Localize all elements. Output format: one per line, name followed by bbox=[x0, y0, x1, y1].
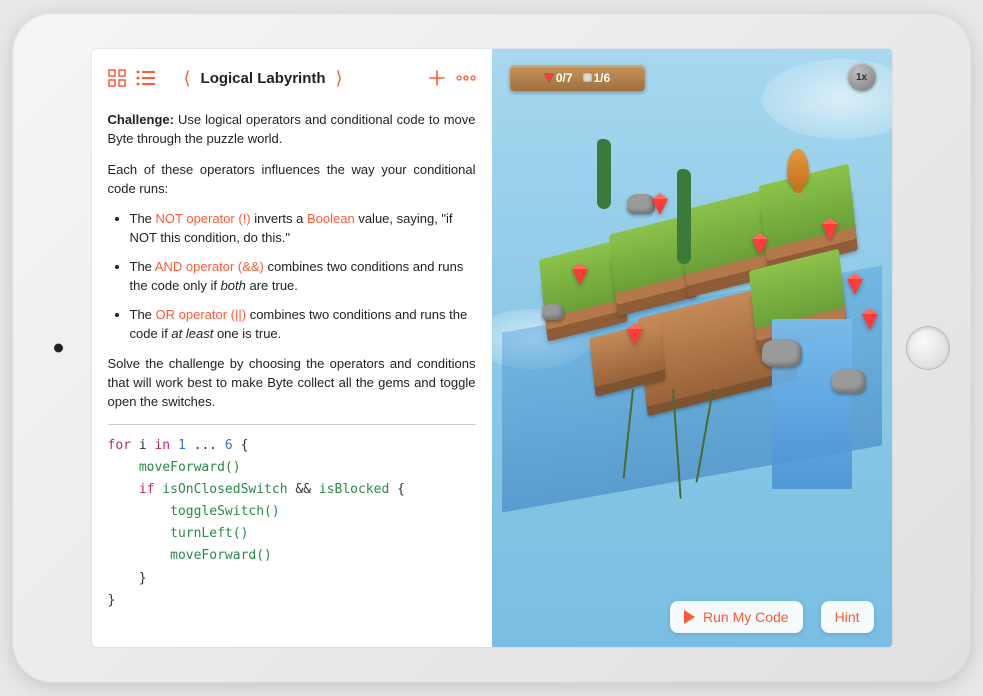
switch-icon bbox=[583, 73, 592, 82]
more-icon[interactable] bbox=[456, 66, 476, 90]
gem bbox=[847, 279, 863, 295]
app-screen: ⟨ Logical Labyrinth ⟩ Challenge: Use log… bbox=[92, 49, 892, 647]
page-title: Logical Labyrinth bbox=[201, 70, 326, 87]
gem bbox=[752, 239, 768, 255]
gem-icon bbox=[544, 73, 554, 82]
ipad-camera bbox=[54, 344, 63, 353]
run-label: Run My Code bbox=[703, 609, 789, 625]
play-icon bbox=[684, 610, 695, 624]
list-icon[interactable] bbox=[136, 66, 156, 90]
gem bbox=[627, 329, 643, 345]
and-operator-link[interactable]: AND operator (&&) bbox=[155, 259, 264, 274]
chevron-left-icon[interactable]: ⟨ bbox=[184, 69, 191, 87]
rock-decor bbox=[627, 194, 655, 214]
list-item: The AND operator (&&) combines two condi… bbox=[130, 258, 476, 296]
solve-paragraph: Solve the challenge by choosing the oper… bbox=[108, 355, 476, 412]
puzzle-island: .cactus:nth-of-type(1)::before{left:-10p… bbox=[502, 129, 882, 489]
rock-decor bbox=[832, 369, 866, 393]
toolbar: ⟨ Logical Labyrinth ⟩ bbox=[108, 61, 476, 95]
gem bbox=[862, 314, 878, 330]
gem bbox=[822, 224, 838, 240]
list-item: The NOT operator (!) inverts a Boolean v… bbox=[130, 210, 476, 248]
game-viewport[interactable]: 0/7 1/6 1x bbox=[492, 49, 892, 647]
page-title-nav: ⟨ Logical Labyrinth ⟩ bbox=[184, 69, 343, 87]
gem bbox=[572, 269, 588, 285]
rock-decor bbox=[542, 304, 564, 320]
cactus-decor bbox=[597, 139, 611, 209]
switch-counter: 1/6 bbox=[583, 71, 611, 85]
bottom-action-bar: Run My Code Hint bbox=[492, 601, 892, 633]
hint-button[interactable]: Hint bbox=[821, 601, 874, 633]
gem bbox=[652, 199, 668, 215]
rock-decor bbox=[762, 339, 802, 367]
hud-counter-plank: 0/7 1/6 bbox=[510, 65, 645, 91]
divider bbox=[108, 424, 476, 425]
plus-icon[interactable] bbox=[428, 66, 446, 90]
cactus-decor bbox=[677, 169, 691, 264]
hint-label: Hint bbox=[835, 609, 860, 625]
byte-character bbox=[787, 149, 809, 187]
run-code-button[interactable]: Run My Code bbox=[670, 601, 803, 633]
ipad-home-button[interactable] bbox=[906, 326, 950, 370]
ipad-device-frame: ⟨ Logical Labyrinth ⟩ Challenge: Use log… bbox=[12, 13, 972, 683]
instructions-content: Challenge: Use logical operators and con… bbox=[108, 111, 476, 612]
code-editor[interactable]: for i in 1 ... 6 { moveForward() if isOn… bbox=[108, 435, 476, 612]
left-panel: ⟨ Logical Labyrinth ⟩ Challenge: Use log… bbox=[92, 49, 492, 647]
intro-paragraph: Each of these operators influences the w… bbox=[108, 161, 476, 199]
not-operator-link[interactable]: NOT operator (!) bbox=[156, 211, 251, 226]
or-operator-link[interactable]: OR operator (||) bbox=[156, 307, 247, 322]
chevron-right-icon[interactable]: ⟩ bbox=[336, 69, 343, 87]
operator-list: The NOT operator (!) inverts a Boolean v… bbox=[108, 210, 476, 343]
grid-icon[interactable] bbox=[108, 66, 126, 90]
gem-counter: 0/7 bbox=[544, 71, 573, 85]
challenge-paragraph: Challenge: Use logical operators and con… bbox=[108, 111, 476, 149]
challenge-label: Challenge: bbox=[108, 112, 174, 127]
boolean-link[interactable]: Boolean bbox=[307, 211, 355, 226]
list-item: The OR operator (||) combines two condit… bbox=[130, 306, 476, 344]
speed-button[interactable]: 1x bbox=[848, 63, 876, 91]
